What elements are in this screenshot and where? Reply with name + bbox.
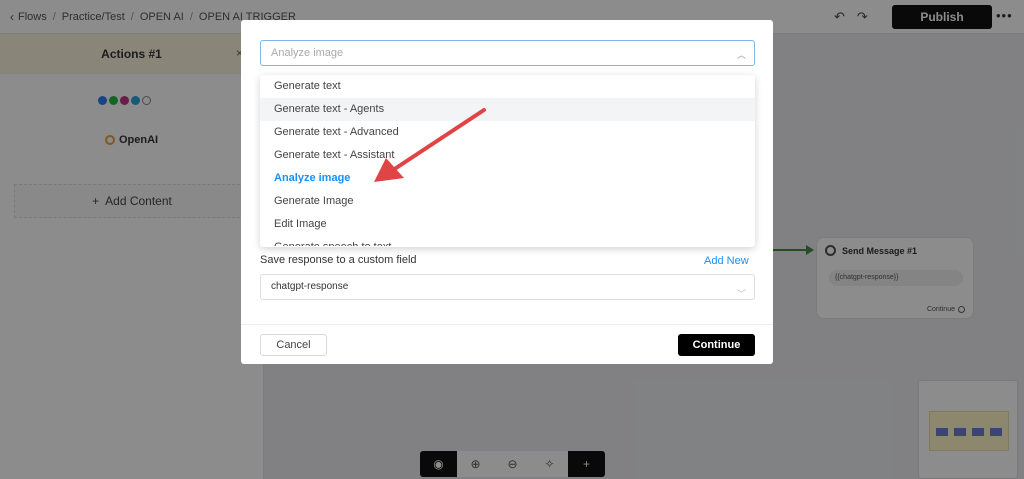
dropdown-option[interactable]: Generate speech to text (260, 236, 755, 246)
continue-button[interactable]: Continue (678, 334, 755, 356)
dropdown-option[interactable]: Generate text - Assistant (260, 144, 755, 167)
dropdown-option[interactable]: Edit Image (260, 213, 755, 236)
action-type-select[interactable]: Analyze image ︿ (260, 40, 755, 66)
chevron-down-icon: ﹀ (736, 289, 746, 299)
annotation-arrow-icon (374, 108, 486, 182)
dropdown-option[interactable]: Generate Image (260, 190, 755, 213)
action-type-select-value: Analyze image (271, 47, 344, 59)
custom-field-select[interactable]: chatgpt-response ﹀ (260, 274, 755, 300)
dropdown-option-selected[interactable]: Analyze image (260, 167, 755, 190)
add-new-link[interactable]: Add New (704, 255, 749, 267)
dropdown-option[interactable]: Generate text - Advanced (260, 121, 755, 144)
openai-action-modal: Analyze image ︿ Generate text Generate t… (241, 20, 773, 364)
chevron-up-icon: ︿ (736, 50, 746, 60)
dropdown-option[interactable]: Generate text (260, 75, 755, 98)
save-response-label: Save response to a custom field (260, 254, 417, 266)
modal-footer-divider (241, 324, 773, 325)
action-type-dropdown: Generate text Generate text - Agents Gen… (260, 75, 755, 247)
dropdown-option[interactable]: Generate text - Agents (260, 98, 755, 121)
cancel-button[interactable]: Cancel (260, 334, 327, 356)
custom-field-value: chatgpt-response (271, 281, 349, 292)
